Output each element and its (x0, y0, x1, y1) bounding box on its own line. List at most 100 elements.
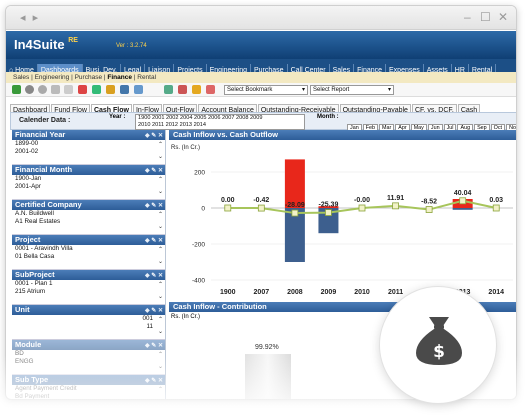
bookmark-pin-icon[interactable] (192, 85, 201, 94)
submenu-item-engineering[interactable]: Engineering (35, 74, 70, 81)
filter-option[interactable]: 215 Atrium (15, 288, 165, 296)
menu-item-purchase[interactable]: Purchase (251, 64, 288, 72)
menu-item-dashboards[interactable]: Dashboards (37, 64, 83, 72)
filter-option[interactable]: 0001 - Plan 1 (15, 280, 165, 288)
menu-item-assets[interactable]: Assets (424, 64, 452, 72)
year-list[interactable]: 1900 2001 2002 2004 2005 2006 2007 2008 … (135, 114, 305, 130)
x-tick-label: 1900 (220, 289, 236, 296)
filter-header: Financial Month ◆ ✎ ✕ (12, 165, 165, 175)
net-point (425, 206, 433, 213)
bookmark-select[interactable]: Select Bookmark ▾ (224, 85, 308, 95)
chart-icon[interactable] (164, 85, 173, 94)
scroll-up-icon[interactable]: ⌃ (158, 281, 163, 289)
net-point (459, 197, 467, 205)
menu-item-liaison[interactable]: Liaison (145, 64, 175, 72)
scroll-up-icon[interactable]: ⌃ (158, 211, 163, 219)
month-label: Month : (317, 114, 339, 120)
filter-option[interactable]: 001 (15, 315, 153, 323)
scroll-up-icon[interactable]: ⌃ (158, 316, 163, 324)
filter-option[interactable]: 0001 - Aravindh Villa (15, 245, 165, 253)
app-logo: In4Suite RE (14, 37, 78, 52)
filter-option[interactable]: 01 Bella Casa (15, 253, 165, 261)
filter-header: Financial Year ◆ ✎ ✕ (12, 130, 165, 140)
filter-option[interactable]: 2001-02 (15, 148, 165, 156)
submenu-item-finance[interactable]: Finance (107, 74, 132, 81)
scroll-down-icon[interactable]: ⌄ (158, 223, 163, 231)
filter-option[interactable]: 1899-00 (15, 140, 165, 148)
window-titlebar: ◂ ▸ ‒ ☐ ✕ (6, 6, 516, 30)
forward-icon[interactable] (38, 85, 47, 94)
redo-icon[interactable] (64, 85, 73, 94)
maximize-icon[interactable]: ☐ (480, 10, 491, 24)
submenu-item-purchase[interactable]: Purchase (75, 74, 102, 81)
scroll-down-icon[interactable]: ⌄ (158, 188, 163, 196)
y-tick-label: 0 (201, 206, 205, 213)
version-label: Ver : 3.2.74 (116, 43, 147, 49)
net-point (257, 204, 265, 212)
filter-list[interactable]: 0001 - Plan 1 215 Atrium ⌃ ⌄ (12, 280, 165, 305)
scroll-down-icon[interactable]: ⌄ (158, 258, 163, 266)
data-label: 0.00 (221, 197, 235, 204)
year-label: Year : (109, 114, 126, 120)
filter-list[interactable]: A.N. Buildwell A1 Real Estates ⌃ ⌄ (12, 210, 165, 235)
menu-item-projects[interactable]: Projects (174, 64, 207, 72)
pdf-icon[interactable] (78, 85, 87, 94)
minimize-icon[interactable]: ‒ (464, 10, 471, 24)
filter-list[interactable]: 001 11 ⌃ ⌄ (12, 315, 165, 340)
y-tick-label: -200 (192, 242, 205, 249)
grid-icon[interactable] (178, 85, 187, 94)
x-tick-label: 2008 (287, 289, 303, 296)
menu-item-hr[interactable]: HR (452, 64, 469, 72)
menu-item-busi-dev[interactable]: Busi. Dev. (83, 64, 121, 72)
menu-item-home[interactable]: ⌂ Home (6, 64, 38, 72)
filter-option[interactable]: 2001-Apr (15, 183, 165, 191)
menu-item-finance[interactable]: Finance (354, 64, 387, 72)
report-select[interactable]: Select Report ▾ (310, 85, 394, 95)
data-label: -8.52 (421, 199, 437, 206)
menu-item-sales[interactable]: Sales (330, 64, 355, 72)
app-banner: In4Suite RE Ver : 3.2.74 (6, 31, 516, 59)
filter-header: Unit ◆ ✎ ✕ (12, 305, 165, 315)
net-point (224, 204, 232, 212)
year-list-line[interactable]: 1900 2001 2002 2004 2005 2006 2007 2008 … (138, 115, 304, 122)
print-icon[interactable] (134, 85, 143, 94)
close-icon[interactable]: ✕ (498, 10, 508, 24)
year-list-line[interactable]: 2010 2011 2012 2013 2014 (138, 122, 304, 129)
scroll-down-icon[interactable]: ⌄ (158, 328, 163, 336)
filter-list[interactable]: 1900-Jan 2001-Apr ⌃ ⌄ (12, 175, 165, 200)
menu-item-rental[interactable]: Rental (469, 64, 497, 72)
menu-item-legal[interactable]: Legal (121, 64, 146, 72)
menu-item-call-center[interactable]: Call Center (288, 64, 330, 72)
folder-icon[interactable] (106, 85, 115, 94)
filter-title: Unit (15, 305, 30, 314)
save-icon[interactable] (120, 85, 129, 94)
scroll-down-icon[interactable]: ⌄ (158, 153, 163, 161)
filter-option[interactable]: 1900-Jan (15, 175, 165, 183)
calendar-filter-row: Calender Data : Year : 1900 2001 2002 20… (10, 112, 516, 132)
cash-flow-chart: Rs. (In Cr.) -400 -200 0 200 0.00 -0.42 -28.09 -… (169, 140, 516, 302)
tools-icon[interactable] (206, 85, 215, 94)
calendar-label: Calender Data : (19, 117, 71, 124)
refresh-icon[interactable] (12, 85, 21, 94)
menu-item-expenses[interactable]: Expenses (386, 64, 424, 72)
toolbar: Select Bookmark ▾ Select Report ▾ (6, 83, 516, 97)
scroll-up-icon[interactable]: ⌃ (158, 246, 163, 254)
undo-icon[interactable] (51, 85, 60, 94)
filter-option[interactable]: 11 (15, 323, 153, 331)
money-bag-icon: $ (416, 317, 462, 365)
y-tick-label: 200 (194, 170, 205, 177)
filter-option[interactable]: A1 Real Estates (15, 218, 165, 226)
data-label: -0.00 (354, 197, 370, 204)
scroll-up-icon[interactable]: ⌃ (158, 176, 163, 184)
submenu-item-rental[interactable]: Rental (137, 74, 156, 81)
filter-option[interactable]: A.N. Buildwell (15, 210, 165, 218)
filter-list[interactable]: 0001 - Aravindh Villa 01 Bella Casa ⌃ ⌄ (12, 245, 165, 270)
filter-list[interactable]: 1899-00 2001-02 ⌃ ⌄ (12, 140, 165, 165)
back-icon[interactable] (25, 85, 34, 94)
scroll-down-icon[interactable]: ⌄ (158, 293, 163, 301)
scroll-up-icon[interactable]: ⌃ (158, 141, 163, 149)
submenu-item-sales[interactable]: Sales (13, 74, 29, 81)
excel-icon[interactable] (92, 85, 101, 94)
menu-item-engineering[interactable]: Engineering (207, 64, 251, 72)
back-forward-icon[interactable]: ◂ ▸ (20, 11, 40, 24)
